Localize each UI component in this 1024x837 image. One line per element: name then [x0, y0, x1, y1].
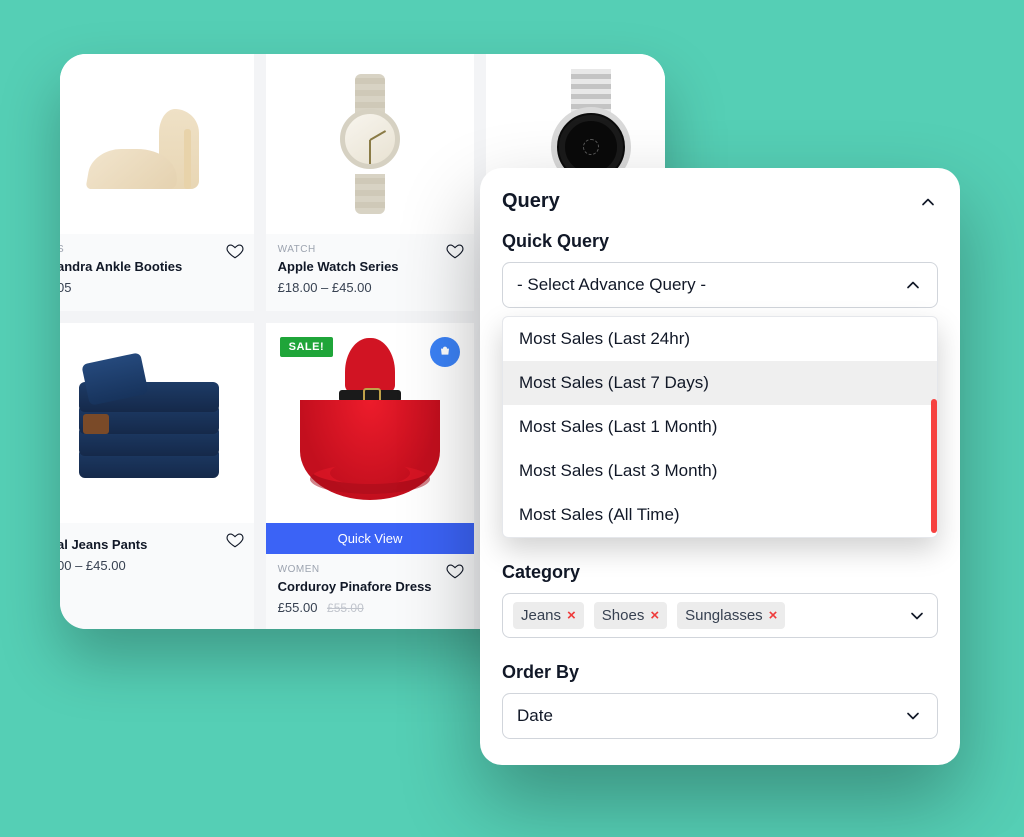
dropdown-option[interactable]: Most Sales (All Time)	[503, 493, 937, 537]
category-chip[interactable]: Sunglasses ×	[677, 602, 785, 629]
product-category: S	[60, 244, 242, 255]
orderby-select[interactable]: Date	[502, 693, 938, 739]
orderby-label: Order By	[502, 662, 938, 683]
product-category: WOMEN	[278, 564, 463, 575]
query-panel-title: Query	[502, 190, 560, 213]
quick-query-select[interactable]: - Select Advance Query -	[502, 262, 938, 308]
category-chip[interactable]: Shoes ×	[594, 602, 667, 629]
product-image	[60, 54, 254, 234]
query-panel: Query Quick Query - Select Advance Query…	[480, 168, 960, 765]
product-card[interactable]: SALE! Quick View WOMEN Corduroy Pinafore…	[266, 323, 475, 629]
product-title: al Jeans Pants	[60, 537, 242, 552]
watch-illustration	[330, 74, 410, 214]
dropdown-option[interactable]: Most Sales (Last 3 Month)	[503, 449, 937, 493]
remove-icon[interactable]: ×	[567, 607, 576, 624]
product-title: Corduroy Pinafore Dress	[278, 579, 463, 594]
dropdown-option[interactable]: Most Sales (Last 7 Days)	[503, 361, 937, 405]
product-card[interactable]: S andra Ankle Booties 05	[60, 54, 254, 311]
chip-text: Shoes	[602, 607, 645, 624]
category-label: Category	[502, 562, 938, 583]
scrollbar-thumb[interactable]	[931, 399, 937, 533]
price-strike: £55.00	[327, 601, 364, 615]
heart-icon[interactable]	[446, 242, 464, 265]
dropdown-option[interactable]: Most Sales (Last 24hr)	[503, 317, 937, 361]
product-image: SALE!	[266, 323, 475, 523]
jeans-illustration	[79, 358, 219, 488]
chevron-up-icon[interactable]	[918, 192, 938, 212]
product-price: 00 – £45.00	[60, 558, 242, 573]
remove-icon[interactable]: ×	[650, 607, 659, 624]
product-card[interactable]: WATCH Apple Watch Series £18.00 – £45.00	[266, 54, 475, 311]
quick-query-value: - Select Advance Query -	[517, 275, 706, 295]
dress-illustration	[305, 338, 435, 508]
product-title: andra Ankle Booties	[60, 259, 242, 274]
heart-icon[interactable]	[226, 531, 244, 554]
category-select[interactable]: Jeans × Shoes × Sunglasses ×	[502, 593, 938, 638]
quick-view-button[interactable]: Quick View	[266, 523, 475, 554]
product-price: £18.00 – £45.00	[278, 280, 463, 295]
heart-icon[interactable]	[226, 242, 244, 265]
chip-text: Sunglasses	[685, 607, 763, 624]
product-price: 05	[60, 280, 242, 295]
product-card[interactable]: al Jeans Pants 00 – £45.00	[60, 323, 254, 629]
chevron-up-icon	[903, 275, 923, 295]
product-image	[266, 54, 475, 234]
query-panel-header[interactable]: Query	[502, 190, 938, 213]
orderby-value: Date	[517, 706, 553, 726]
product-image	[60, 323, 254, 523]
chevron-down-icon[interactable]	[907, 606, 927, 626]
chevron-down-icon	[903, 706, 923, 726]
heel-illustration	[89, 99, 209, 189]
product-price: £55.00 £55.00	[278, 600, 463, 615]
heart-icon[interactable]	[446, 562, 464, 585]
price-value: £55.00	[278, 600, 318, 615]
product-category: WATCH	[278, 244, 463, 255]
quick-query-label: Quick Query	[502, 231, 938, 252]
quick-query-dropdown: Most Sales (Last 24hr) Most Sales (Last …	[502, 316, 938, 538]
dropdown-option[interactable]: Most Sales (Last 1 Month)	[503, 405, 937, 449]
product-title: Apple Watch Series	[278, 259, 463, 274]
remove-icon[interactable]: ×	[769, 607, 778, 624]
category-chip[interactable]: Jeans ×	[513, 602, 584, 629]
chip-text: Jeans	[521, 607, 561, 624]
